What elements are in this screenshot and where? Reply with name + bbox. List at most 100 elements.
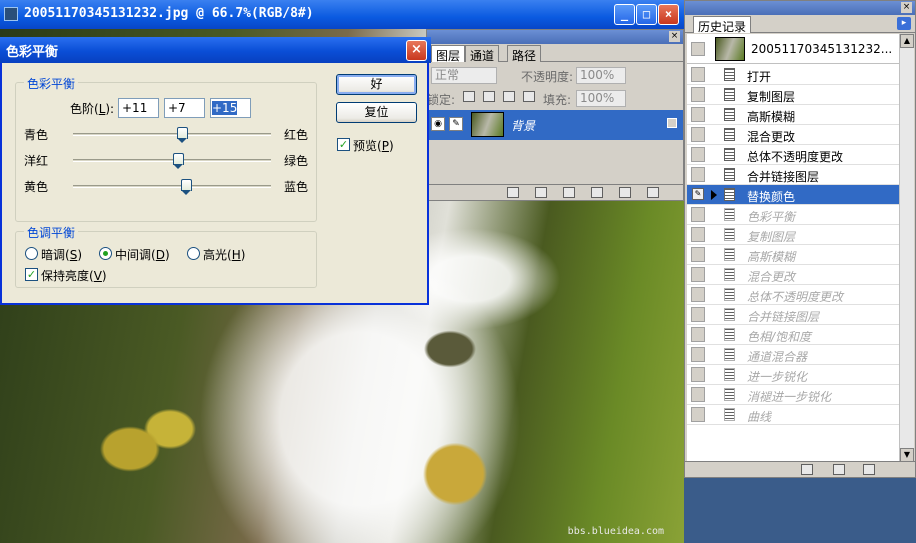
new-document-icon[interactable] [801,464,813,475]
slider-thumb[interactable] [173,153,185,170]
history-source-checkbox[interactable] [691,327,705,342]
image-window-titlebar[interactable]: 20051170345131232.jpg @ 66.7%(RGB/8#) _ … [0,0,684,29]
history-item[interactable]: 色彩平衡 [687,205,899,225]
layers-panel: × 图层 通道 路径 正常 不透明度: 100% 锁定: 填充: 100% ◉ … [426,29,684,201]
tab-channels[interactable]: 通道 [465,45,500,63]
link-layers-icon[interactable] [507,187,519,198]
history-item[interactable]: 曲线 [687,405,899,425]
history-item-label: 混合更改 [747,130,796,144]
history-source-checkbox[interactable] [691,347,705,362]
reset-button[interactable]: 复位 [336,102,417,123]
history-item[interactable]: 消褪进一步锐化 [687,385,899,405]
history-item[interactable]: 混合更改 [687,265,899,285]
history-item-label: 曲线 [747,410,772,424]
history-item[interactable]: 复制图层 [687,85,899,105]
history-item[interactable]: 通道混合器 [687,345,899,365]
history-item[interactable]: 色相/饱和度 [687,325,899,345]
slider-track[interactable] [73,159,271,162]
history-source-checkbox[interactable] [691,167,705,182]
eye-icon[interactable]: ◉ [431,117,445,131]
history-item[interactable]: 合并链接图层 [687,165,899,185]
tone-radio[interactable] [99,247,112,260]
history-source-checkbox[interactable] [691,367,705,382]
tone-radio[interactable] [187,247,200,260]
history-source-checkbox[interactable] [691,147,705,162]
history-source-checkbox[interactable] [691,287,705,302]
history-item[interactable]: 合并链接图层 [687,305,899,325]
level-magenta-green-input[interactable]: +7 [164,98,205,118]
history-source-checkbox[interactable] [691,67,705,82]
history-step-icon [724,208,735,221]
fill-field[interactable]: 100% [576,90,626,107]
layers-panel-titlebar[interactable]: × [427,30,683,44]
lock-brush-icon[interactable] [483,91,495,102]
level-yellow-blue-input[interactable]: +15 [210,98,251,118]
tone-radio-label[interactable]: 高光(H) [203,246,245,263]
brush-icon[interactable]: ✎ [449,117,463,131]
history-item[interactable]: 总体不透明度更改 [687,145,899,165]
history-item[interactable]: ✎ 替换颜色 [687,185,899,205]
history-source-checkbox[interactable] [691,87,705,102]
history-item[interactable]: 复制图层 [687,225,899,245]
lock-all-icon[interactable] [523,91,535,102]
tab-layers[interactable]: 图层 [431,45,466,63]
slider-track[interactable] [73,185,271,188]
history-source-checkbox[interactable] [691,247,705,262]
history-source-checkbox[interactable] [691,127,705,142]
layers-panel-close-icon[interactable]: × [669,31,680,42]
history-source-checkbox[interactable] [691,227,705,242]
history-source-checkbox[interactable] [691,407,705,422]
ok-button[interactable]: 好 [336,74,417,95]
tone-radio-label[interactable]: 中间调(D) [115,246,170,263]
lock-move-icon[interactable] [503,91,515,102]
layer-row-background[interactable]: ◉ ✎ 背景 [427,110,683,140]
history-brush-source-icon[interactable]: ✎ [692,188,704,200]
history-item[interactable]: 高斯模糊 [687,105,899,125]
history-source-checkbox[interactable] [691,387,705,402]
preview-label[interactable]: 预览(P) [353,137,394,154]
history-scrollbar[interactable]: ▲ ▼ [899,34,914,462]
lock-transparency-icon[interactable] [463,91,475,102]
blend-mode-select[interactable]: 正常 [431,67,497,84]
panel-menu-arrow-icon[interactable]: ▸ [897,17,911,30]
history-source-checkbox[interactable] [691,267,705,282]
history-source-checkbox[interactable] [691,307,705,322]
close-button[interactable]: × [658,4,679,25]
adjustment-layer-icon[interactable] [591,187,603,198]
trash-icon[interactable] [647,187,659,198]
dialog-titlebar[interactable]: 色彩平衡 × [0,37,431,63]
history-item[interactable]: 混合更改 [687,125,899,145]
maximize-button[interactable]: □ [636,4,657,25]
history-item[interactable]: 打开 [687,65,899,85]
history-panel-titlebar[interactable]: × [685,1,915,15]
scroll-up-icon[interactable]: ▲ [900,34,914,48]
history-source-checkbox[interactable] [691,207,705,222]
history-item[interactable]: 进一步锐化 [687,365,899,385]
slider-thumb[interactable] [177,127,189,144]
new-layer-icon[interactable] [619,187,631,198]
tab-history[interactable]: 历史记录 [693,16,752,34]
preview-checkbox[interactable]: ✓ [337,138,350,151]
history-item[interactable]: 高斯模糊 [687,245,899,265]
tab-paths[interactable]: 路径 [507,45,542,63]
history-item[interactable]: 总体不透明度更改 [687,285,899,305]
tone-radio-label[interactable]: 暗调(S) [41,246,82,263]
snapshot-source-checkbox[interactable] [691,42,705,56]
opacity-field[interactable]: 100% [576,67,626,84]
minimize-button[interactable]: _ [614,4,635,25]
slider-track[interactable] [73,133,271,136]
preserve-luminosity-checkbox[interactable]: ✓ [25,268,38,281]
dialog-close-button[interactable]: × [406,40,427,61]
tone-radio[interactable] [25,247,38,260]
level-cyan-red-input[interactable]: +11 [118,98,159,118]
history-state-marker-icon[interactable] [711,190,717,200]
history-source-checkbox[interactable] [691,107,705,122]
slider-thumb[interactable] [181,179,193,196]
scroll-down-icon[interactable]: ▼ [900,448,914,462]
history-snapshot[interactable]: 20051170345131232... [687,34,899,64]
history-panel-close-icon[interactable]: × [901,2,912,13]
new-group-icon[interactable] [563,187,575,198]
trash-icon[interactable] [863,464,875,475]
camera-snapshot-icon[interactable] [833,464,845,475]
add-style-icon[interactable] [535,187,547,198]
